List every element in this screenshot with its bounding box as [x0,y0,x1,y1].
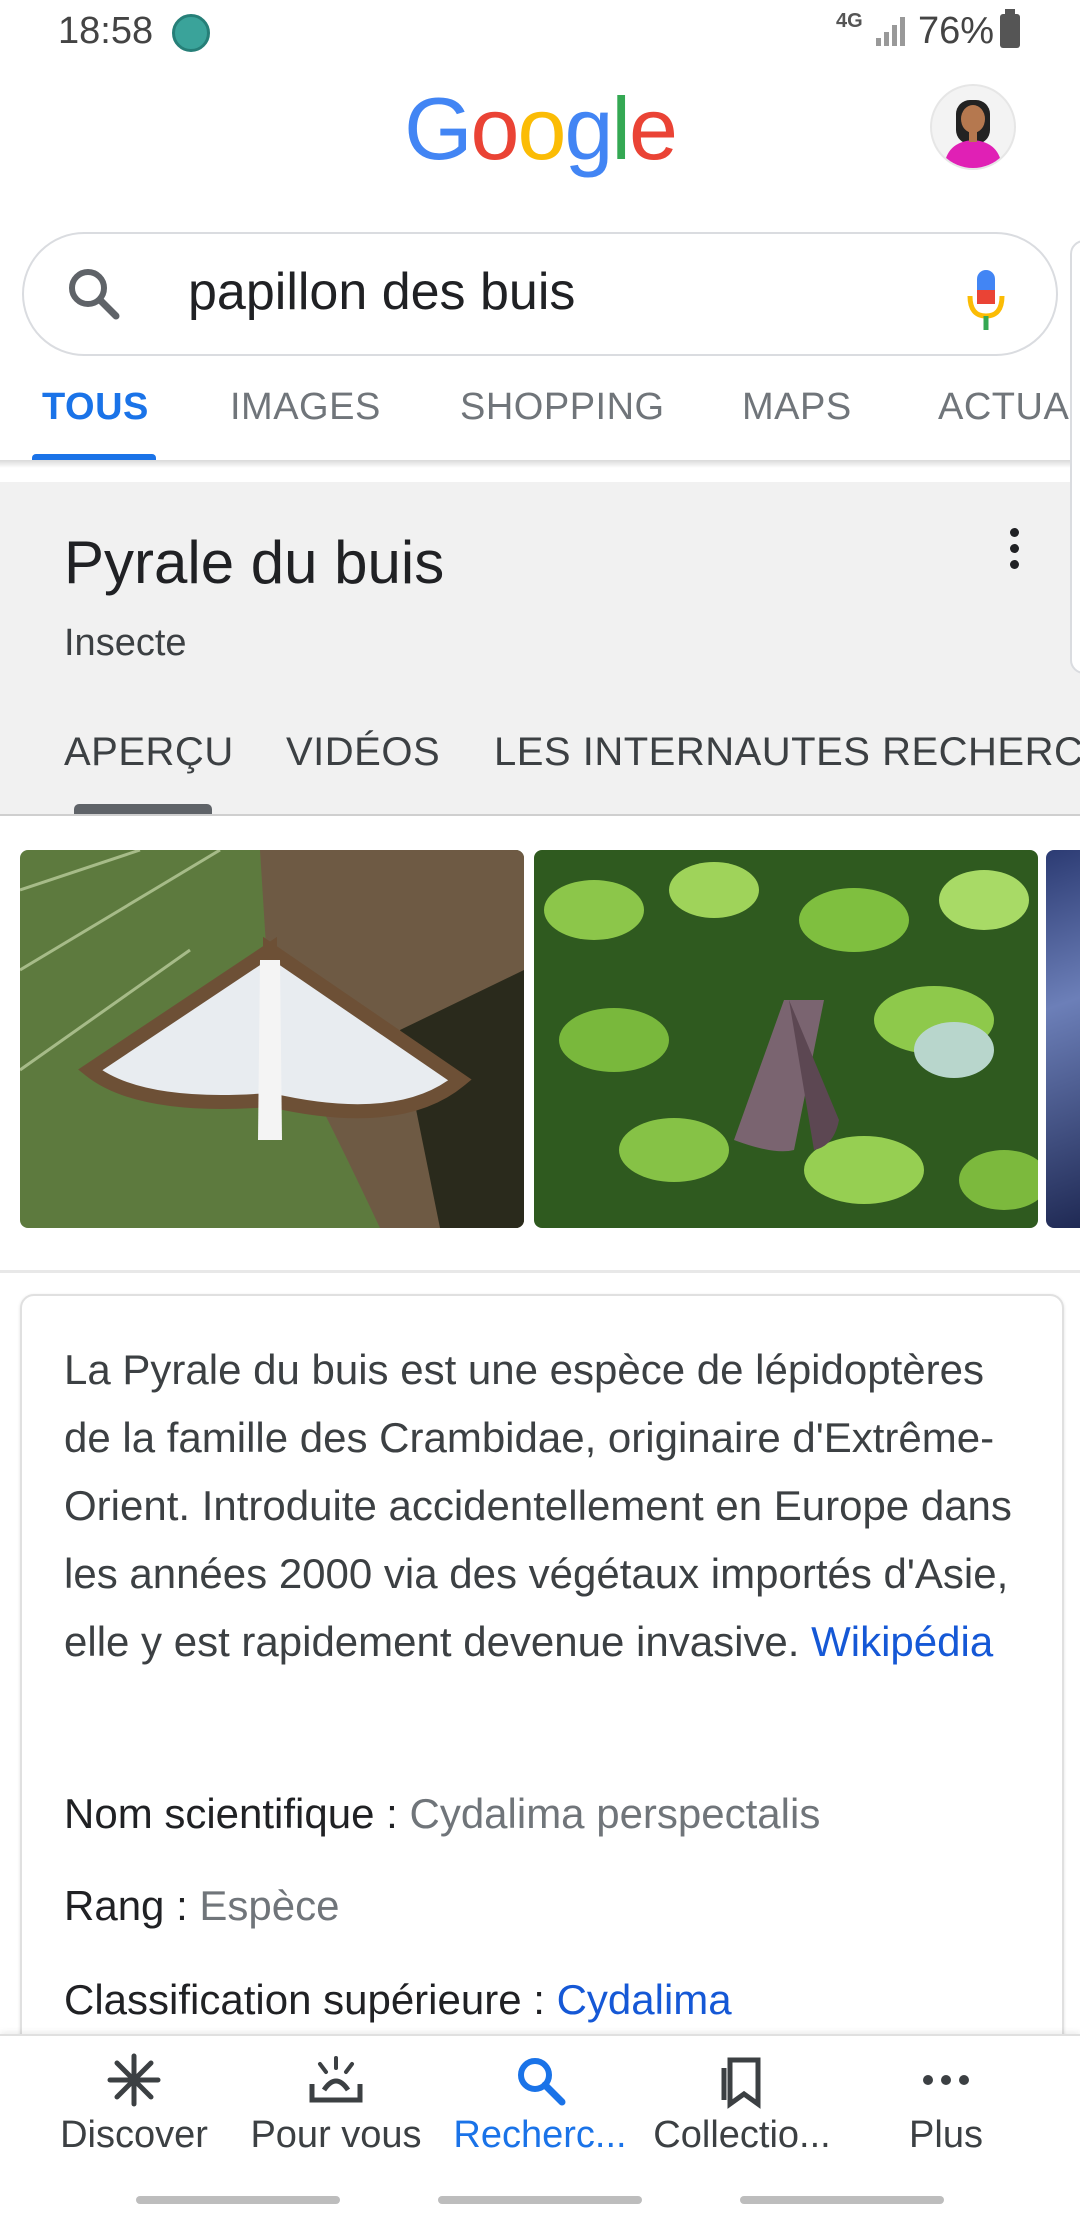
nav-label: Pour vous [250,2114,422,2156]
logo-letter: G [404,79,472,178]
microphone-icon[interactable] [962,266,1010,336]
fact-label: Rang : [64,1882,200,1929]
battery-level: 76% [918,10,995,52]
updates-icon [309,2056,363,2103]
nav-label: Recherc... [453,2114,627,2156]
knowledge-panel-title: Pyrale du buis [64,529,445,596]
description-text: La Pyrale du buis est une espèce de lépi… [64,1336,1024,1676]
fact-value: Cydalima perspectalis [409,1790,821,1837]
asterisk-icon [107,2053,161,2107]
fact-scientific-name: Nom scientifique : Cydalima perspectalis [64,1790,820,1838]
fact-value: Espèce [199,1882,340,1929]
knowledge-panel-subtitle: Insecte [64,622,187,664]
kp-tab-overview[interactable]: APERÇU [64,730,234,775]
system-bar-center [438,2196,642,2204]
images-divider [0,1270,1080,1273]
system-bar-left [136,2196,340,2204]
moth-photo-1[interactable] [20,850,524,1228]
logo-letter: o [517,79,566,178]
google-logo[interactable]: Google [0,78,1080,180]
nav-discover[interactable]: Discover [26,2050,242,2157]
tab-all[interactable]: TOUS [42,386,149,429]
wikipedia-link[interactable]: Wikipédia [811,1618,993,1665]
nav-label: Collectio... [653,2114,831,2156]
moth-photo-3[interactable] [1046,850,1080,1228]
search-input[interactable]: papillon des buis [188,262,575,322]
search-icon [518,2058,566,2106]
search-icon[interactable] [62,262,126,326]
classification-link[interactable]: Cydalima [557,1976,732,2023]
kp-tab-videos[interactable]: VIDÉOS [286,730,440,775]
nav-search[interactable]: Recherc... [432,2050,648,2157]
nav-more[interactable]: Plus [838,2050,1054,2157]
tab-news[interactable]: ACTUA [938,386,1069,429]
more-options-icon[interactable] [1010,528,1024,576]
fact-label: Classification supérieure : [64,1976,557,2023]
status-time: 18:58 [58,10,154,52]
nav-label: Discover [60,2114,208,2156]
nav-for-you[interactable]: Pour vous [228,2050,444,2157]
fact-higher-classification: Classification supérieure : Cydalima [64,1976,732,2024]
nav-label: Plus [909,2114,983,2156]
nav-collections[interactable]: Collectio... [634,2050,850,2157]
logo-letter: o [470,79,520,178]
logo-letter: g [564,79,613,178]
tab-maps[interactable]: MAPS [742,386,852,429]
kp-divider [0,814,1080,816]
logo-letter: l [611,79,631,178]
tab-images[interactable]: IMAGES [230,386,381,429]
fact-rank: Rang : Espèce [64,1882,340,1930]
fact-label: Nom scientifique : [64,1790,410,1837]
kp-tab-people-also-search[interactable]: LES INTERNAUTES RECHERCH [494,730,1080,775]
tab-shopping[interactable]: SHOPPING [460,386,665,429]
tabs-divider [0,460,1080,468]
signal-icon [876,17,905,46]
notification-icon [172,14,210,52]
kp-active-tab-indicator [74,804,212,814]
logo-letter: e [628,79,678,178]
system-bar-right [740,2196,944,2204]
more-horizontal-icon [923,2075,969,2085]
moth-photo-2[interactable] [534,850,1038,1228]
account-avatar[interactable] [930,84,1016,170]
bookmark-icon [721,2057,761,2109]
battery-icon [1000,9,1020,48]
network-type: 4G [836,10,863,32]
side-card-edge [1070,240,1080,674]
